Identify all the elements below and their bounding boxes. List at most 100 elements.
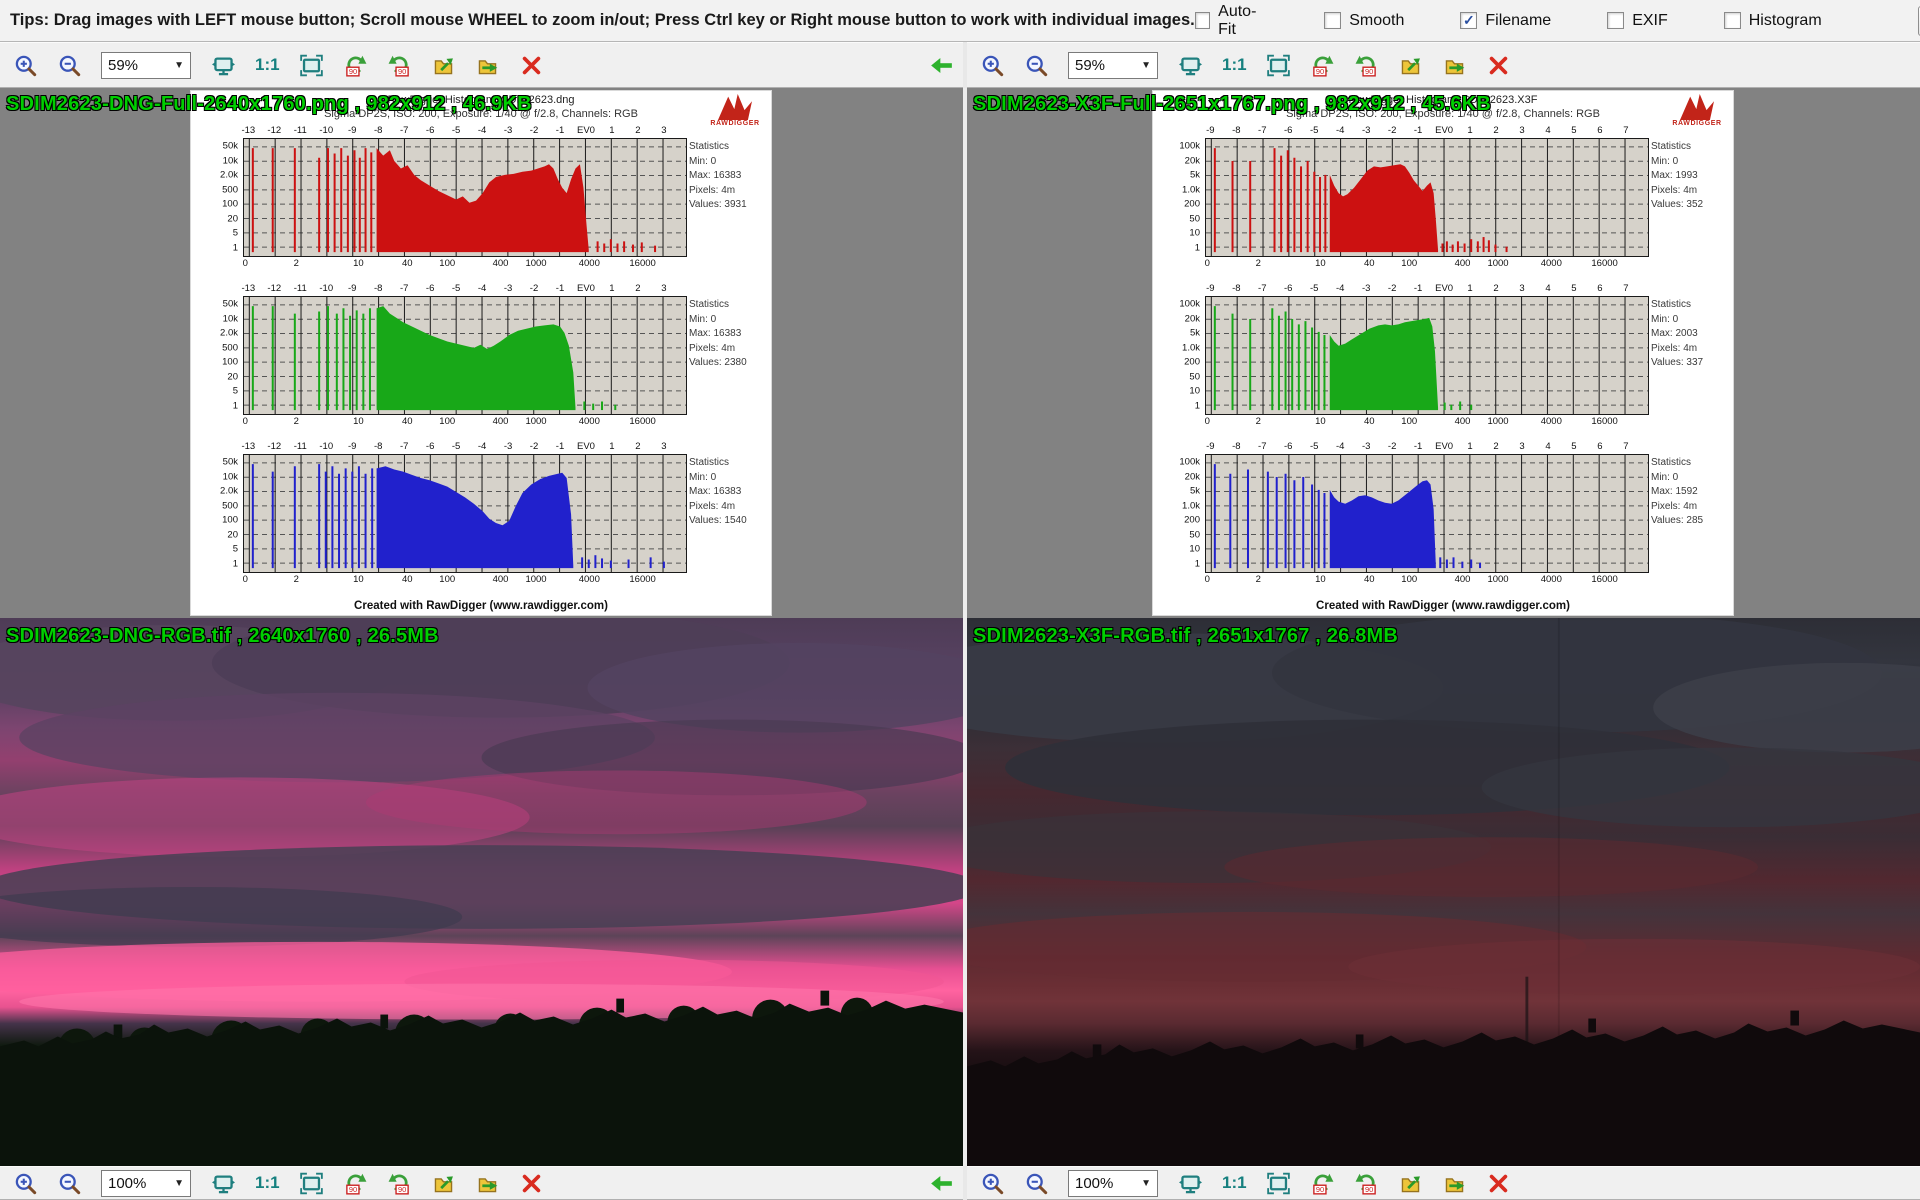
ev-tick-label: -9 [1206, 125, 1214, 136]
ev-tick-label: -6 [1284, 441, 1292, 452]
one-to-one-button[interactable]: 1:1 [1222, 53, 1247, 77]
image-title-top-left: SDIM2623-DNG-Full-2640x1760.png , 982x91… [6, 93, 532, 116]
histogram-checkbox-icon[interactable] [1724, 12, 1741, 29]
x-tick-label: 10 [1315, 258, 1326, 269]
ev-tick-label: -9 [348, 125, 356, 136]
ev-tick-label: -9 [348, 441, 356, 452]
y-tick-label: 10k [223, 313, 238, 324]
y-tick-label: 10 [1189, 228, 1200, 239]
zoom-out-icon[interactable] [1024, 1171, 1048, 1195]
checkbox-smooth[interactable]: Smooth [1324, 12, 1404, 30]
zoom-in-icon[interactable] [980, 53, 1004, 77]
close-image-icon[interactable] [520, 53, 544, 77]
auto-fit-checkbox-icon[interactable] [1195, 12, 1210, 29]
fit-window-icon[interactable] [1178, 1171, 1202, 1195]
fit-screen-icon[interactable] [1267, 53, 1291, 77]
close-image-icon[interactable] [1487, 53, 1511, 77]
fit-window-icon[interactable] [211, 53, 235, 77]
channel-statistics: StatisticsMin: 0Max: 1592Pixels: 4mValue… [1651, 456, 1727, 529]
rotate-right-90-icon[interactable] [388, 53, 412, 77]
histogram-image-x3f[interactable]: RawDigger Histogram: SDIM2623.X3F Sigma … [1152, 90, 1734, 616]
photo-dng-rgb[interactable] [0, 618, 963, 1166]
smooth-checkbox-icon[interactable] [1324, 12, 1341, 29]
rotate-right-90-icon[interactable] [388, 1171, 412, 1195]
channel-statistics: StatisticsMin: 0Max: 2003Pixels: 4mValue… [1651, 298, 1727, 371]
copy-image-left-icon[interactable] [1399, 53, 1423, 77]
ev-tick-label: -1 [556, 125, 564, 136]
zoom-level-select[interactable]: 59%▼ [101, 52, 191, 79]
ev-tick-label: -3 [504, 441, 512, 452]
zoom-out-icon[interactable] [1024, 53, 1048, 77]
zoom-out-icon[interactable] [57, 53, 81, 77]
y-tick-label: 500 [222, 184, 238, 195]
rotate-left-90-icon[interactable] [1311, 1171, 1335, 1195]
fit-screen-icon[interactable] [1267, 1171, 1291, 1195]
one-to-one-button[interactable]: 1:1 [1222, 1171, 1247, 1195]
raw-value-axis: 0210401004001000400016000 [1205, 416, 1649, 429]
zoom-level-select[interactable]: 59%▼ [1068, 52, 1158, 79]
checkbox-histogram[interactable]: Histogram [1724, 12, 1822, 30]
checkbox-auto-fit[interactable]: Auto-Fit [1195, 3, 1268, 39]
x-tick-label: 100 [1401, 416, 1417, 427]
rotate-left-90-icon[interactable] [344, 1171, 368, 1195]
photo-x3f-rgb[interactable] [967, 618, 1920, 1166]
zoom-out-icon[interactable] [57, 1171, 81, 1195]
ev-tick-label: -3 [504, 283, 512, 294]
swap-pane-arrow-icon[interactable] [929, 53, 953, 77]
ev-tick-label: -4 [1336, 283, 1344, 294]
filename-checkbox-icon[interactable]: ✓ [1460, 12, 1477, 29]
y-tick-label: 1.0k [1182, 184, 1200, 195]
copy-image-left-icon[interactable] [432, 1171, 456, 1195]
ev-tick-label: 5 [1571, 283, 1576, 294]
zoom-level-value: 59% [1075, 57, 1105, 74]
zoom-in-icon[interactable] [13, 1171, 37, 1195]
stat-line: Max: 1993 [1651, 169, 1727, 184]
one-to-one-button[interactable]: 1:1 [255, 53, 280, 77]
swap-pane-arrow-icon[interactable] [929, 1171, 953, 1195]
copy-image-right-icon[interactable] [1443, 53, 1467, 77]
copy-image-right-icon[interactable] [476, 1171, 500, 1195]
fit-screen-icon[interactable] [300, 1171, 324, 1195]
ev-tick-label: 7 [1623, 283, 1628, 294]
copy-image-right-icon[interactable] [476, 53, 500, 77]
y-tick-label: 1 [1195, 242, 1200, 253]
close-image-icon[interactable] [1487, 1171, 1511, 1195]
top-toolbar-row: 59%▼ 1:1 59%▼ 1:1 [0, 42, 1920, 88]
ev-tick-label: -10 [319, 283, 333, 294]
histogram-image-dng[interactable]: RawDigger Histogram: SDIM2623.dng Sigma … [190, 90, 772, 616]
fit-window-icon[interactable] [1178, 53, 1202, 77]
copy-image-left-icon[interactable] [432, 53, 456, 77]
histogram-plot-red [1205, 138, 1649, 257]
y-tick-label: 5k [1190, 170, 1200, 181]
dropdown-caret-icon: ▼ [174, 1178, 184, 1189]
histogram-footer: Created with RawDigger (www.rawdigger.co… [191, 600, 771, 612]
zoom-level-select[interactable]: 100%▼ [1068, 1170, 1158, 1197]
stat-line: Pixels: 4m [689, 500, 765, 515]
rotate-left-90-icon[interactable] [344, 53, 368, 77]
exif-checkbox-icon[interactable] [1607, 12, 1624, 29]
zoom-level-select[interactable]: 100%▼ [101, 1170, 191, 1197]
pane-top-right: SDIM2623-X3F-Full-2651x1767.png , 982x91… [967, 88, 1920, 618]
raw-value-axis: 0210401004001000400016000 [1205, 574, 1649, 587]
zoom-in-icon[interactable] [13, 53, 37, 77]
checkbox-exif[interactable]: EXIF [1607, 12, 1668, 30]
one-to-one-button[interactable]: 1:1 [255, 1171, 280, 1195]
y-tick-label: 1 [1195, 558, 1200, 569]
zoom-in-icon[interactable] [980, 1171, 1004, 1195]
copy-image-left-icon[interactable] [1399, 1171, 1423, 1195]
y-tick-label: 50k [223, 457, 238, 468]
raw-value-axis: 0210401004001000400016000 [243, 258, 687, 271]
fit-window-icon[interactable] [211, 1171, 235, 1195]
x-tick-label: 100 [1401, 574, 1417, 585]
y-tick-label: 2.0k [220, 170, 238, 181]
fit-screen-icon[interactable] [300, 53, 324, 77]
ev-tick-label: -12 [267, 283, 281, 294]
toolbar-bottom-right: 100%▼ 1:1 [967, 1166, 1920, 1200]
y-tick-label: 200 [1184, 357, 1200, 368]
close-image-icon[interactable] [520, 1171, 544, 1195]
checkbox-filename[interactable]: ✓ Filename [1460, 12, 1551, 30]
copy-image-right-icon[interactable] [1443, 1171, 1467, 1195]
rotate-right-90-icon[interactable] [1355, 53, 1379, 77]
rotate-left-90-icon[interactable] [1311, 53, 1335, 77]
rotate-right-90-icon[interactable] [1355, 1171, 1379, 1195]
